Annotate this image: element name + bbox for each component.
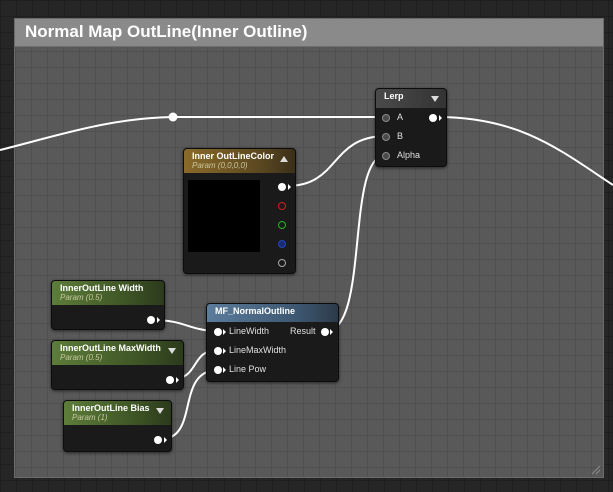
bias-output-arrow-icon xyxy=(164,437,167,443)
mf-pin-linepow[interactable] xyxy=(214,366,222,374)
inner-outline-width-subtitle: Param (0.5) xyxy=(60,293,103,302)
mf-normal-outline-title: MF_NormalOutline xyxy=(215,306,296,316)
mf-normal-outline-node[interactable]: MF_NormalOutline LineWidth LineMaxWidth … xyxy=(206,303,339,382)
color-output-b-pin[interactable] xyxy=(278,240,286,248)
chevron-up-icon[interactable] xyxy=(280,156,288,162)
inner-outline-color-header[interactable]: Inner OutLineColor Param (0,0,0,0) xyxy=(184,149,295,173)
mf-label-linewidth: LineWidth xyxy=(229,326,270,336)
inner-outline-color-node[interactable]: Inner OutLineColor Param (0,0,0,0) xyxy=(183,148,296,274)
color-output-g-pin[interactable] xyxy=(278,221,286,229)
mf-linemaxwidth-arrow-icon xyxy=(223,348,226,354)
color-output-rgba-pin[interactable] xyxy=(278,183,286,191)
color-preview-swatch xyxy=(188,180,260,252)
mf-result-pin[interactable] xyxy=(321,328,329,336)
mf-linewidth-arrow-icon xyxy=(223,329,226,335)
inner-outline-bias-node[interactable]: InnerOutLine Bias Param (1) xyxy=(63,400,172,452)
inner-outline-width-title: InnerOutLine Width xyxy=(60,283,144,293)
reroute-node xyxy=(168,112,178,122)
color-output-arrow-icon xyxy=(288,184,291,190)
color-output-r-pin[interactable] xyxy=(278,202,286,210)
width-output-pin[interactable] xyxy=(147,316,155,324)
inner-outline-maxwidth-title: InnerOutLine MaxWidth xyxy=(60,343,161,353)
lerp-title: Lerp xyxy=(384,91,404,101)
lerp-pin-a[interactable] xyxy=(382,114,390,122)
lerp-header[interactable]: Lerp xyxy=(376,89,446,108)
inner-outline-width-node[interactable]: InnerOutLine Width Param (0.5) xyxy=(51,280,165,330)
lerp-pin-alpha[interactable] xyxy=(382,152,390,160)
mf-label-result: Result xyxy=(290,326,316,336)
mf-normal-outline-header[interactable]: MF_NormalOutline xyxy=(207,304,338,322)
lerp-pin-b[interactable] xyxy=(382,133,390,141)
chevron-down-icon[interactable] xyxy=(431,96,439,102)
mf-label-linepow: Line Pow xyxy=(229,364,267,374)
maxwidth-output-arrow-icon xyxy=(176,377,179,383)
mf-pin-linemaxwidth[interactable] xyxy=(214,347,222,355)
bias-output-pin[interactable] xyxy=(154,436,162,444)
inner-outline-color-subtitle: Param (0,0,0,0) xyxy=(192,161,248,170)
chevron-down-icon[interactable] xyxy=(156,408,164,414)
inner-outline-color-title: Inner OutLineColor xyxy=(192,151,274,161)
color-output-a-pin[interactable] xyxy=(278,259,286,267)
lerp-output-pin[interactable] xyxy=(429,114,437,122)
lerp-output-arrow-icon xyxy=(439,115,442,121)
chevron-down-icon[interactable] xyxy=(168,348,176,354)
wire-input-to-reroute xyxy=(0,116,174,151)
lerp-node[interactable]: Lerp A B Alpha xyxy=(375,88,447,167)
wire-lerp-output xyxy=(436,116,613,186)
inner-outline-bias-title: InnerOutLine Bias xyxy=(72,403,150,413)
lerp-label-a: A xyxy=(397,112,404,122)
inner-outline-maxwidth-header[interactable]: InnerOutLine MaxWidth Param (0.5) xyxy=(52,341,183,365)
maxwidth-output-pin[interactable] xyxy=(166,376,174,384)
inner-outline-bias-header[interactable]: InnerOutLine Bias Param (1) xyxy=(64,401,171,425)
lerp-label-alpha: Alpha xyxy=(397,150,421,160)
mf-linepow-arrow-icon xyxy=(223,367,226,373)
mf-result-arrow-icon xyxy=(330,329,333,335)
width-output-arrow-icon xyxy=(157,317,160,323)
inner-outline-maxwidth-node[interactable]: InnerOutLine MaxWidth Param (0.5) xyxy=(51,340,184,390)
mf-pin-linewidth[interactable] xyxy=(214,328,222,336)
wire-color-to-lerp-b xyxy=(286,135,387,187)
inner-outline-maxwidth-subtitle: Param (0.5) xyxy=(60,353,103,362)
mf-label-linemaxwidth: LineMaxWidth xyxy=(229,345,287,355)
lerp-label-b: B xyxy=(397,131,404,141)
inner-outline-bias-subtitle: Param (1) xyxy=(72,413,108,422)
inner-outline-width-header[interactable]: InnerOutLine Width Param (0.5) xyxy=(52,281,164,305)
